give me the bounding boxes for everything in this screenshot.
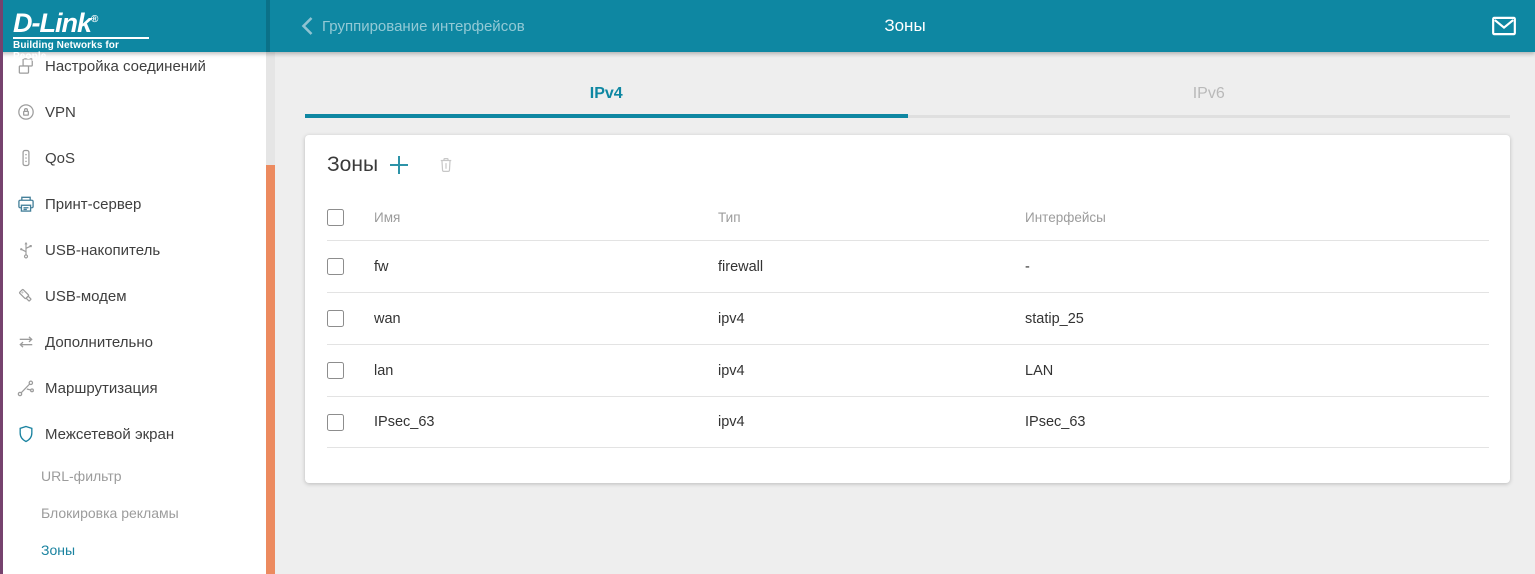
sidebar-scrollbar-thumb[interactable] <box>266 165 275 574</box>
table-row[interactable]: lan ipv4 LAN <box>327 344 1489 396</box>
plus-icon <box>388 154 410 176</box>
sidebar-item-label: QoS <box>45 150 75 167</box>
table-row[interactable]: IPsec_63 ipv4 IPsec_63 <box>327 396 1489 448</box>
row-checkbox[interactable] <box>327 362 344 379</box>
tab-ipv4[interactable]: IPv4 <box>305 76 908 118</box>
sidebar-item-print-server[interactable]: Принт-сервер <box>0 181 266 227</box>
window-left-edge <box>0 0 3 574</box>
cell-name: wan <box>374 311 718 327</box>
sidebar-item-label: Принт-сервер <box>45 196 141 213</box>
mail-icon <box>1491 14 1517 38</box>
sidebar-item-label: Маршрутизация <box>45 380 158 397</box>
cell-type: ipv4 <box>718 414 1025 430</box>
tab-ipv6[interactable]: IPv6 <box>908 76 1511 118</box>
sidebar-item-usb-modem[interactable]: USB-модем <box>0 273 266 319</box>
swap-arrows-icon <box>16 332 36 352</box>
column-header-interfaces: Интерфейсы <box>1025 210 1489 225</box>
sidebar-item-usb-storage[interactable]: USB-накопитель <box>0 227 266 273</box>
logo-tagline: Building Networks for People <box>13 37 149 62</box>
row-checkbox[interactable] <box>327 414 344 431</box>
sidebar-subitem-label: Блокировка рекламы <box>41 505 179 521</box>
header-divider <box>266 0 270 52</box>
row-checkbox[interactable] <box>327 258 344 275</box>
sidebar-subitem-ad-blocking[interactable]: Блокировка рекламы <box>0 494 266 531</box>
mail-button[interactable] <box>1491 14 1517 38</box>
logo-wordmark: D-Link® <box>13 6 266 37</box>
cell-name: lan <box>374 363 718 379</box>
table-row[interactable]: wan ipv4 statip_25 <box>327 292 1489 344</box>
column-header-type: Тип <box>718 210 1025 225</box>
qos-icon <box>16 148 36 168</box>
sidebar-item-vpn[interactable]: VPN <box>0 89 266 135</box>
select-all-checkbox[interactable] <box>327 209 344 226</box>
cell-type: ipv4 <box>718 363 1025 379</box>
card-header: Зоны <box>305 135 1510 195</box>
tab-label: IPv4 <box>590 85 623 102</box>
usb-icon <box>16 240 36 260</box>
usb-modem-icon <box>16 286 36 306</box>
page-title: Зоны <box>275 0 1535 52</box>
sidebar-subitem-label: URL-фильтр <box>41 468 122 484</box>
cell-type: firewall <box>718 259 1025 275</box>
sidebar-item-label: USB-модем <box>45 288 127 305</box>
app-window: D-Link® Building Networks for People Гру… <box>0 0 1535 574</box>
row-checkbox[interactable] <box>327 310 344 327</box>
zones-table: Имя Тип Интерфейсы fw firewall - wan ipv… <box>327 195 1489 448</box>
sidebar-item-firewall[interactable]: Межсетевой экран <box>0 411 266 457</box>
sidebar-item-label: Дополнительно <box>45 334 153 351</box>
sidebar-subitem-url-filter[interactable]: URL-фильтр <box>0 457 266 494</box>
cell-interfaces: LAN <box>1025 363 1489 379</box>
route-nodes-icon <box>16 378 36 398</box>
zones-card: Зоны <box>305 135 1510 483</box>
shield-icon <box>16 424 36 444</box>
sidebar-item-advanced[interactable]: Дополнительно <box>0 319 266 365</box>
vpn-lock-icon <box>16 102 36 122</box>
card-title: Зоны <box>327 153 378 177</box>
printer-icon <box>16 194 36 214</box>
sidebar: Настройка соединений VPN <box>0 52 266 574</box>
cell-interfaces: statip_25 <box>1025 311 1489 327</box>
sidebar-item-routing[interactable]: Маршрутизация <box>0 365 266 411</box>
sidebar-item-qos[interactable]: QoS <box>0 135 266 181</box>
registered-mark: ® <box>91 14 97 25</box>
main-content: IPv4 IPv6 Зоны <box>275 52 1535 574</box>
sidebar-subitem-label: Зоны <box>41 542 75 558</box>
trash-icon <box>437 156 455 174</box>
sidebar-item-label: VPN <box>45 104 76 121</box>
column-header-name: Имя <box>374 210 718 225</box>
dlink-logo: D-Link® Building Networks for People <box>0 0 266 52</box>
cell-type: ipv4 <box>718 311 1025 327</box>
sidebar-menu: Настройка соединений VPN <box>0 52 266 568</box>
table-row[interactable]: fw firewall - <box>327 240 1489 292</box>
tab-label: IPv6 <box>1193 85 1225 102</box>
cell-interfaces: - <box>1025 259 1489 275</box>
cell-name: fw <box>374 259 718 275</box>
sidebar-subitem-zones[interactable]: Зоны <box>0 531 266 568</box>
tab-bar: IPv4 IPv6 <box>305 76 1510 118</box>
delete-zones-button[interactable] <box>437 156 455 174</box>
sidebar-item-label: USB-накопитель <box>45 242 160 259</box>
top-header: D-Link® Building Networks for People Гру… <box>0 0 1535 52</box>
cell-interfaces: IPsec_63 <box>1025 414 1489 430</box>
logo-text: D-Link <box>13 8 91 38</box>
sidebar-item-label: Межсетевой экран <box>45 426 174 443</box>
cell-name: IPsec_63 <box>374 414 718 430</box>
main-header: Группирование интерфейсов Зоны <box>275 0 1535 52</box>
table-header-row: Имя Тип Интерфейсы <box>327 195 1489 240</box>
sidebar-scrollbar-track[interactable] <box>266 52 275 574</box>
add-zone-button[interactable] <box>388 154 410 176</box>
